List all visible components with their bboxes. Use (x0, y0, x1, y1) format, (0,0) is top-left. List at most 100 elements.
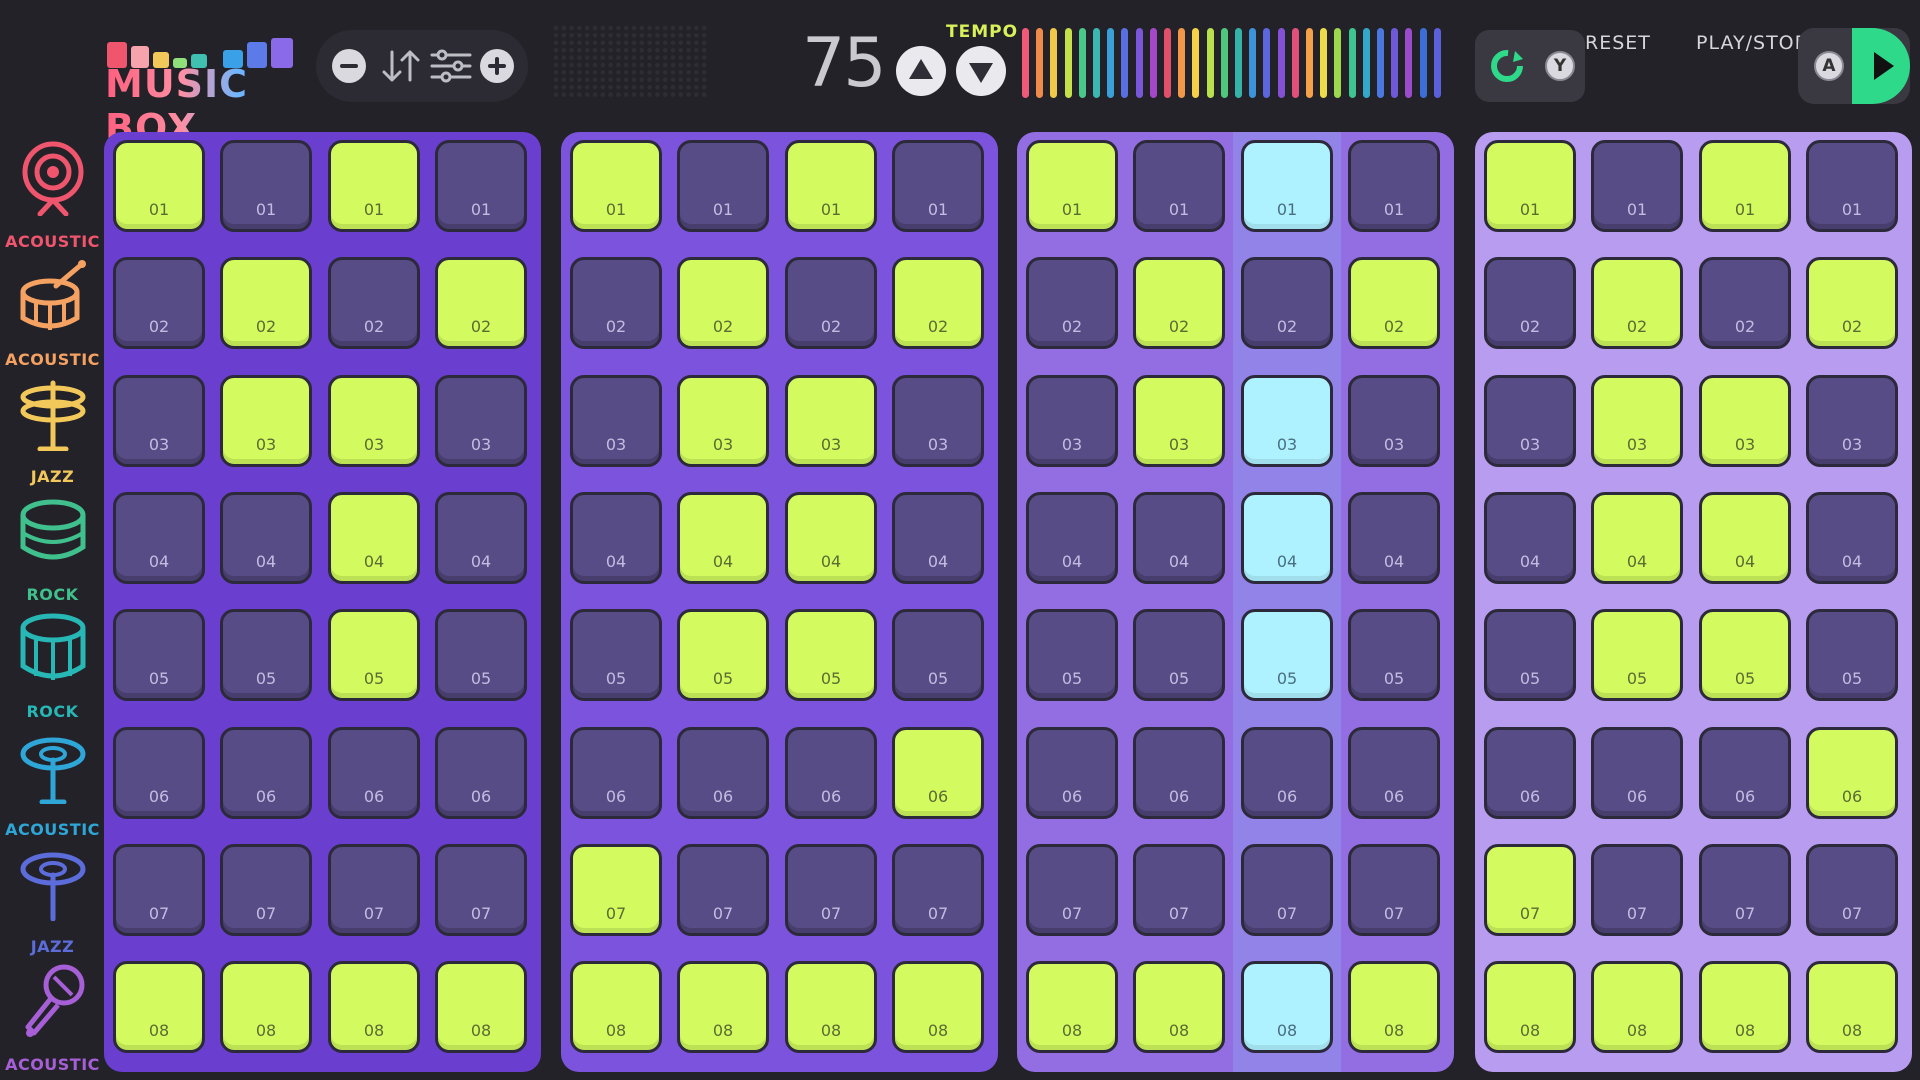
step-pad[interactable]: 03 (1591, 375, 1683, 467)
step-pad[interactable]: 06 (1241, 727, 1333, 819)
step-pad[interactable]: 01 (570, 140, 662, 232)
step-pad[interactable]: 03 (113, 375, 205, 467)
step-pad[interactable]: 01 (892, 140, 984, 232)
step-pad[interactable]: 04 (1133, 492, 1225, 584)
step-pad[interactable]: 04 (220, 492, 312, 584)
step-pad[interactable]: 02 (1806, 257, 1898, 349)
instrument-1[interactable]: ACOUSTIC (0, 140, 105, 257)
step-pad[interactable]: 05 (1699, 609, 1791, 701)
step-pad[interactable]: 06 (1133, 727, 1225, 819)
step-pad[interactable]: 08 (1026, 961, 1118, 1053)
step-pad[interactable]: 02 (1241, 257, 1333, 349)
step-pad[interactable]: 01 (1699, 140, 1791, 232)
step-pad[interactable]: 06 (1806, 727, 1898, 819)
step-pad[interactable]: 03 (892, 375, 984, 467)
step-pad[interactable]: 08 (1806, 961, 1898, 1053)
settings-sliders-button[interactable] (428, 47, 474, 85)
step-pad[interactable]: 06 (1699, 727, 1791, 819)
step-pad[interactable]: 07 (1699, 844, 1791, 936)
step-pad[interactable]: 01 (677, 140, 769, 232)
step-pad[interactable]: 05 (220, 609, 312, 701)
step-pad[interactable]: 03 (1026, 375, 1118, 467)
step-pad[interactable]: 06 (892, 727, 984, 819)
step-pad[interactable]: 03 (220, 375, 312, 467)
step-pad[interactable]: 01 (435, 140, 527, 232)
step-pad[interactable]: 03 (570, 375, 662, 467)
step-pad[interactable]: 04 (1699, 492, 1791, 584)
step-pad[interactable]: 07 (113, 844, 205, 936)
tempo-up-button[interactable] (896, 46, 946, 96)
step-pad[interactable]: 03 (1133, 375, 1225, 467)
step-pad[interactable]: 04 (113, 492, 205, 584)
step-pad[interactable]: 08 (1133, 961, 1225, 1053)
step-pad[interactable]: 07 (435, 844, 527, 936)
step-pad[interactable]: 07 (328, 844, 420, 936)
step-pad[interactable]: 02 (677, 257, 769, 349)
step-pad[interactable]: 04 (435, 492, 527, 584)
step-pad[interactable]: 08 (435, 961, 527, 1053)
step-pad[interactable]: 01 (113, 140, 205, 232)
step-pad[interactable]: 01 (1133, 140, 1225, 232)
step-pad[interactable]: 08 (785, 961, 877, 1053)
instrument-4[interactable]: ROCK (0, 493, 105, 610)
step-pad[interactable]: 06 (328, 727, 420, 819)
step-pad[interactable]: 04 (1591, 492, 1683, 584)
step-pad[interactable]: 04 (1348, 492, 1440, 584)
step-pad[interactable]: 04 (1026, 492, 1118, 584)
step-pad[interactable]: 04 (677, 492, 769, 584)
step-pad[interactable]: 07 (1241, 844, 1333, 936)
step-pad[interactable]: 08 (1699, 961, 1791, 1053)
step-pad[interactable]: 03 (1241, 375, 1333, 467)
step-pad[interactable]: 02 (220, 257, 312, 349)
step-pad[interactable]: 05 (1806, 609, 1898, 701)
step-pad[interactable]: 05 (785, 609, 877, 701)
step-pad[interactable]: 04 (785, 492, 877, 584)
step-pad[interactable]: 05 (892, 609, 984, 701)
play-stop-button[interactable]: A (1798, 28, 1910, 104)
step-pad[interactable]: 05 (328, 609, 420, 701)
step-pad[interactable]: 06 (677, 727, 769, 819)
step-pad[interactable]: 03 (435, 375, 527, 467)
step-pad[interactable]: 03 (785, 375, 877, 467)
step-pad[interactable]: 01 (1241, 140, 1333, 232)
step-pad[interactable]: 02 (892, 257, 984, 349)
step-pad[interactable]: 07 (892, 844, 984, 936)
step-pad[interactable]: 02 (113, 257, 205, 349)
step-pad[interactable]: 08 (113, 961, 205, 1053)
step-pad[interactable]: 05 (435, 609, 527, 701)
step-pad[interactable]: 02 (435, 257, 527, 349)
step-pad[interactable]: 03 (1348, 375, 1440, 467)
step-pad[interactable]: 07 (1133, 844, 1225, 936)
step-pad[interactable]: 01 (1806, 140, 1898, 232)
step-pad[interactable]: 02 (1484, 257, 1576, 349)
step-pad[interactable]: 02 (1133, 257, 1225, 349)
step-pad[interactable]: 08 (1241, 961, 1333, 1053)
instrument-5[interactable]: ROCK (0, 610, 105, 727)
step-pad[interactable]: 05 (677, 609, 769, 701)
step-pad[interactable]: 05 (1241, 609, 1333, 701)
step-pad[interactable]: 06 (113, 727, 205, 819)
step-pad[interactable]: 08 (1591, 961, 1683, 1053)
step-pad[interactable]: 02 (1348, 257, 1440, 349)
step-pad[interactable]: 02 (328, 257, 420, 349)
step-pad[interactable]: 08 (1484, 961, 1576, 1053)
sort-button[interactable] (378, 47, 424, 85)
step-pad[interactable]: 04 (1806, 492, 1898, 584)
step-pad[interactable]: 05 (1133, 609, 1225, 701)
step-pad[interactable]: 06 (435, 727, 527, 819)
step-pad[interactable]: 03 (1699, 375, 1791, 467)
step-pad[interactable]: 06 (1348, 727, 1440, 819)
instrument-6[interactable]: ACOUSTIC (0, 728, 105, 845)
minus-button[interactable] (330, 47, 368, 85)
step-pad[interactable]: 02 (570, 257, 662, 349)
reset-button[interactable]: Y (1475, 30, 1585, 102)
step-pad[interactable]: 07 (570, 844, 662, 936)
step-pad[interactable]: 05 (570, 609, 662, 701)
step-pad[interactable]: 03 (328, 375, 420, 467)
step-pad[interactable]: 01 (1348, 140, 1440, 232)
step-pad[interactable]: 06 (570, 727, 662, 819)
step-pad[interactable]: 02 (1699, 257, 1791, 349)
step-pad[interactable]: 04 (1484, 492, 1576, 584)
step-pad[interactable]: 04 (892, 492, 984, 584)
step-pad[interactable]: 07 (785, 844, 877, 936)
